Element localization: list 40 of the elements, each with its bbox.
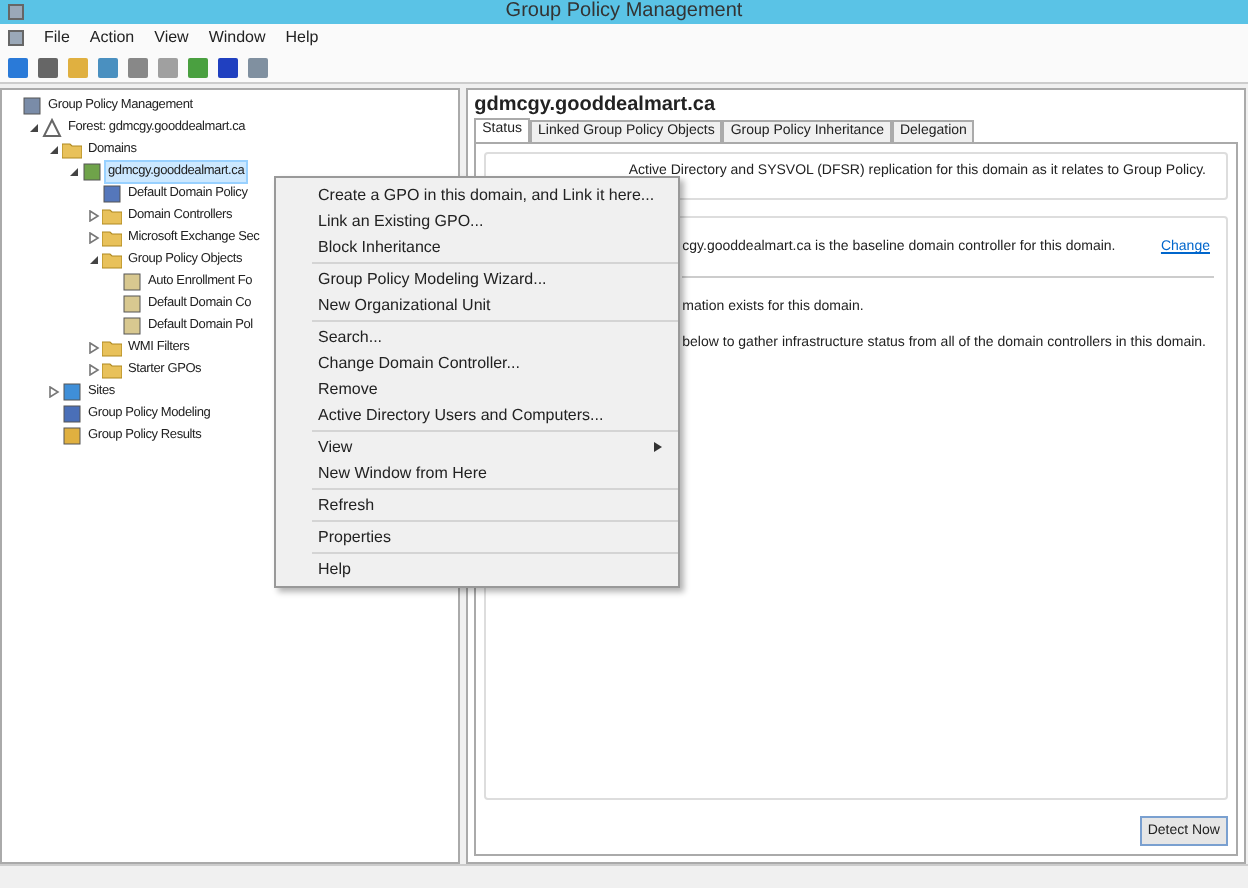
node-icon [62,425,82,445]
triangle-icon [42,117,62,137]
menu-item[interactable]: File [44,26,70,50]
context-menu-item[interactable]: Search... [312,324,678,350]
context-menu-item[interactable]: Remove [312,376,678,402]
folder-icon [62,139,82,159]
menu-item[interactable]: Action [89,26,135,50]
menu-item[interactable]: View [154,26,189,50]
context-menu-item[interactable]: Link an Existing GPO... [276,208,678,234]
collapsed-arrow-icon[interactable] [87,363,99,375]
menu-item[interactable]: Window [208,26,266,50]
node-icon [62,403,82,423]
context-menu-item[interactable]: Block Inheritance [276,234,678,260]
context-menu-item[interactable]: Properties [312,524,678,550]
node-icon [22,95,42,115]
context-menu-item[interactable]: Create a GPO in this domain, and Link it here... [276,182,678,208]
node-icon [62,381,82,401]
expanded-arrow-icon[interactable] [67,165,79,177]
context-menu-item[interactable]: New Window from Here [312,460,678,486]
app-menu-icon[interactable] [8,30,24,46]
collapsed-arrow-icon[interactable] [47,385,59,397]
expanded-arrow-icon[interactable] [47,143,59,155]
app-icon [8,4,24,20]
collapsed-arrow-icon[interactable] [87,209,99,221]
collapsed-arrow-icon[interactable] [87,231,99,243]
collapsed-arrow-icon[interactable] [87,341,99,353]
context-menu-item[interactable]: New Organizational Unit [312,292,678,318]
expanded-arrow-icon[interactable] [27,121,39,133]
context-menu-item[interactable]: Change Domain Controller... [312,350,678,376]
node-icon [82,161,102,181]
context-menu-item[interactable]: Active Directory Users and Computers... [312,402,678,428]
context-menu-item[interactable]: Group Policy Modeling Wizard... [312,266,678,292]
expanded-arrow-icon[interactable] [87,253,99,265]
context-menu-item[interactable]: View [312,434,678,460]
window-title: Group Policy Management [505,0,743,24]
menu-item[interactable]: Help [285,26,319,50]
context-menu-item[interactable]: Refresh [312,492,678,518]
details-title: gdmcgy.gooddealmart.ca [474,94,718,118]
node-icon [102,183,122,203]
context-menu-item[interactable]: Help [312,556,678,582]
